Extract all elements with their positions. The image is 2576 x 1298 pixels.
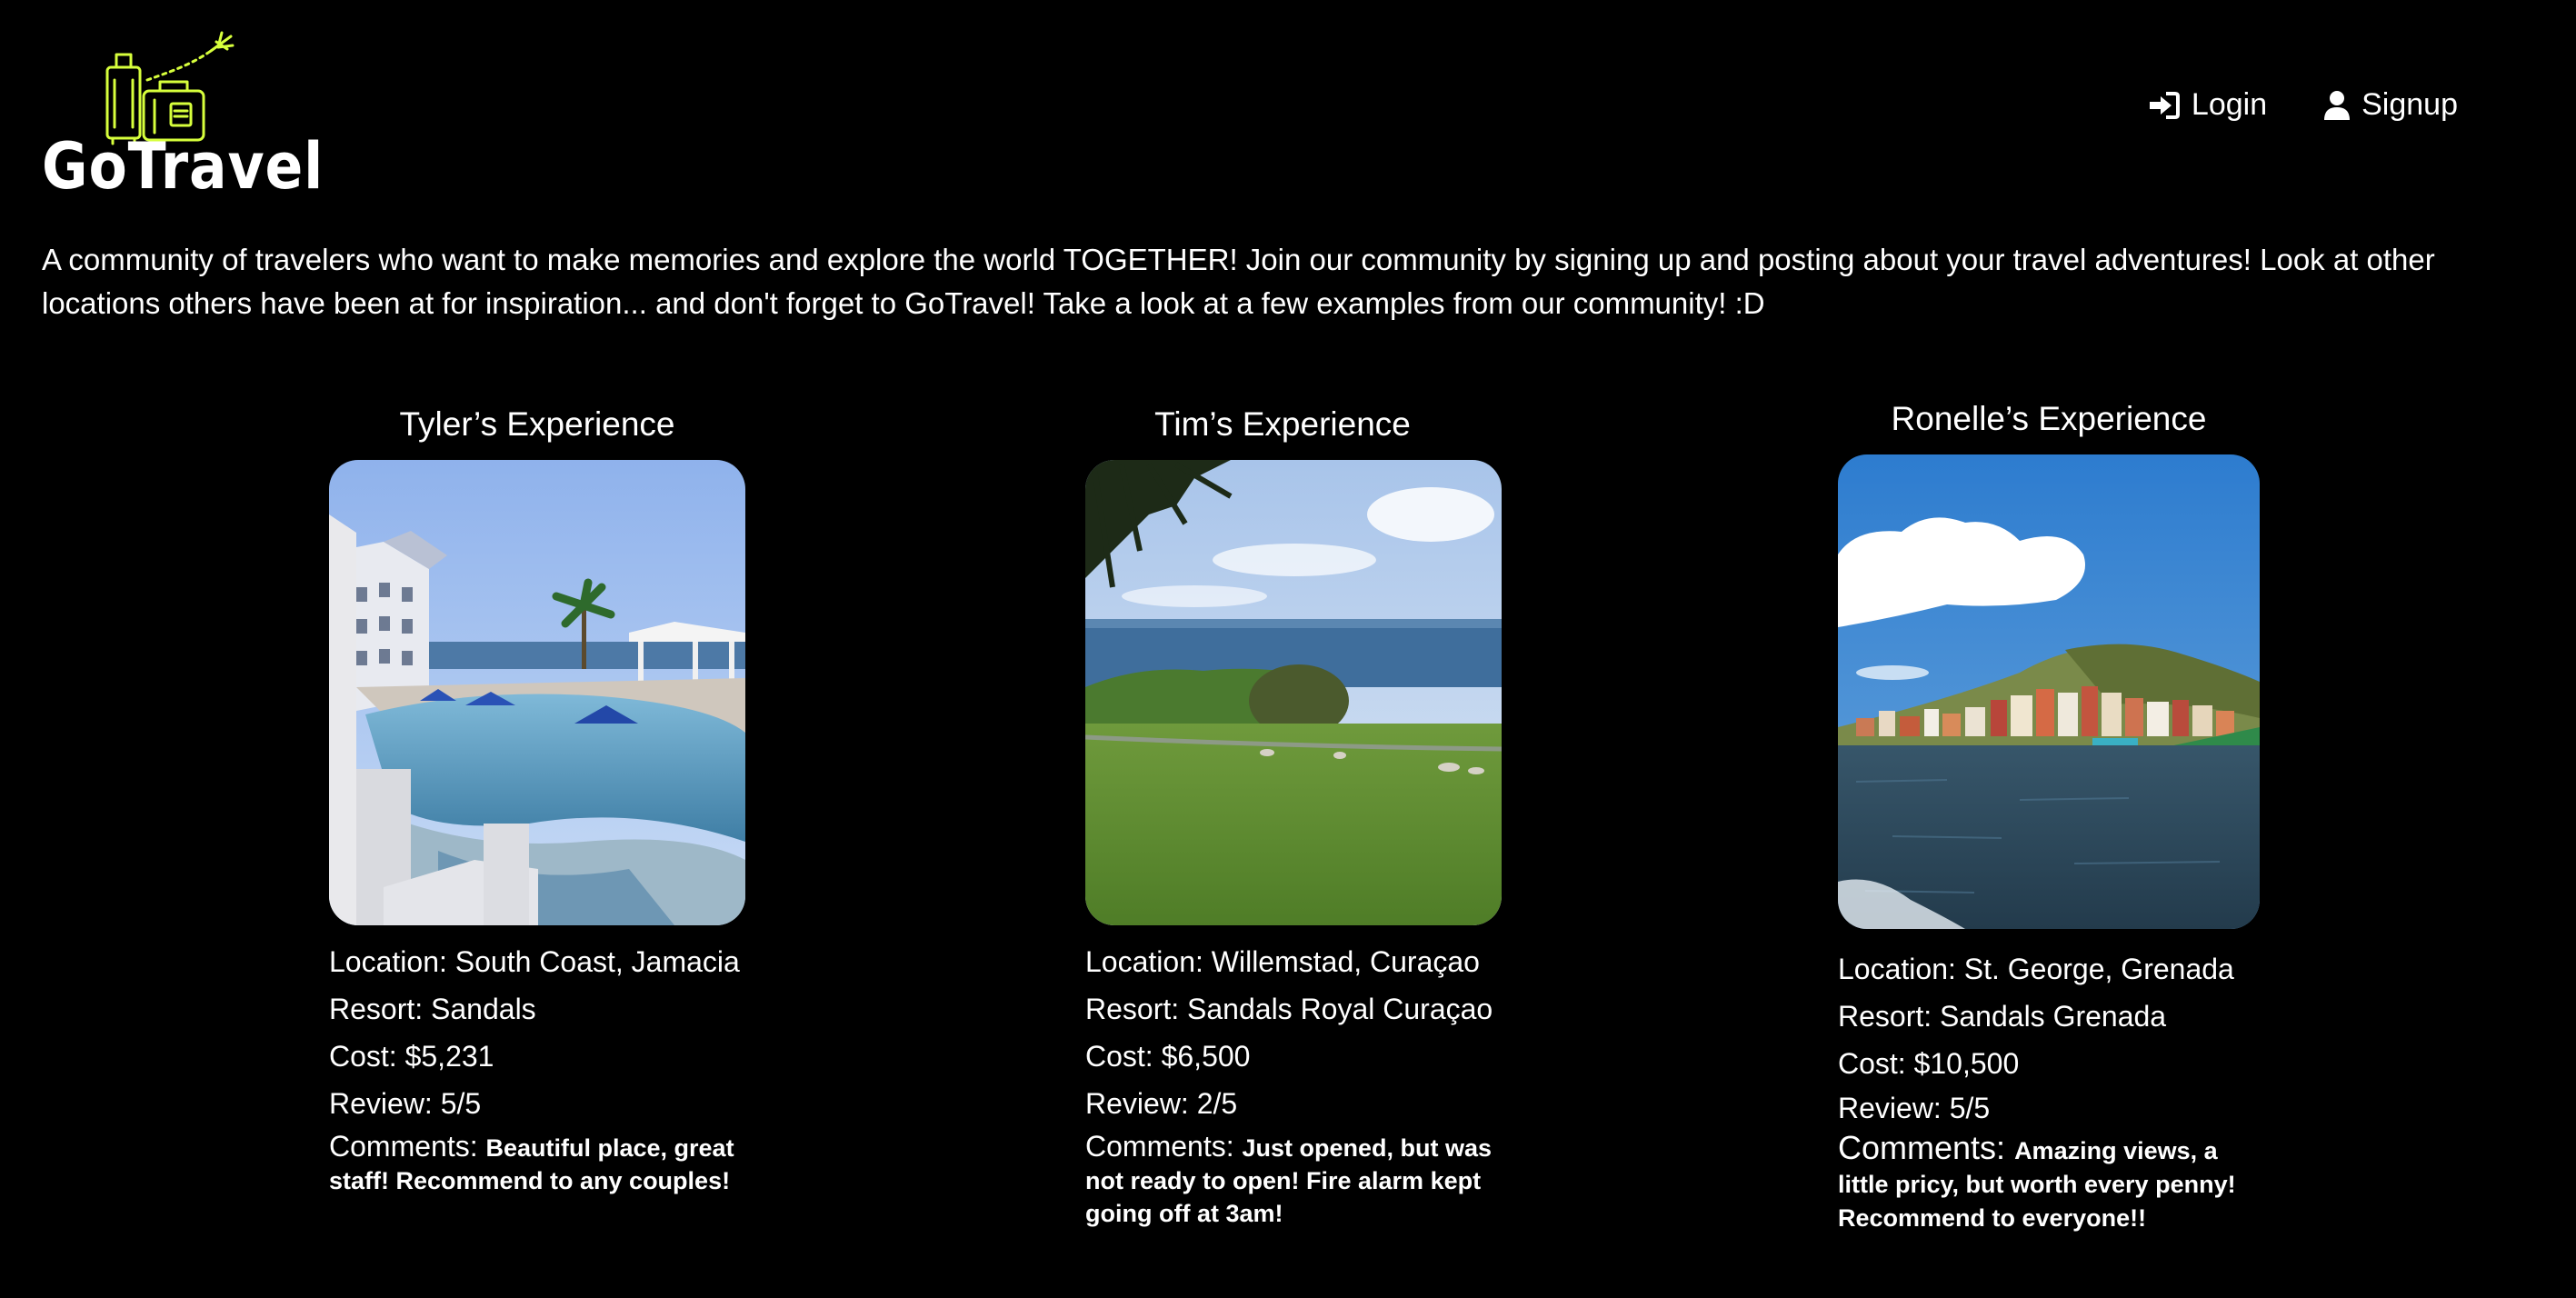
card-title: Tyler’s Experience (399, 405, 675, 443)
resort-photo-jamaica[interactable] (329, 460, 745, 925)
comments: Comments: Beautiful place, great staff! … (329, 1131, 747, 1196)
resort: Resort: Sandals (329, 993, 536, 1025)
luggage-plane-icon (105, 31, 235, 145)
card-details: Location: South Coast, Jamacia Resort: S… (329, 938, 756, 1196)
comments: Comments: Amazing views, a little pricy,… (1838, 1132, 2256, 1233)
logo[interactable]: GoTravel (42, 22, 323, 204)
resort-photo-grenada[interactable] (1838, 454, 2260, 929)
brand-name: GoTravel (42, 129, 324, 204)
signup-label: Signup (2361, 87, 2458, 122)
resort: Resort: Sandals Royal Curaçao (1085, 993, 1493, 1025)
review: Review: 5/5 (329, 1087, 482, 1120)
sign-in-icon (2149, 91, 2180, 119)
review: Review: 2/5 (1085, 1087, 1238, 1120)
comments-label: Comments: (1838, 1129, 2006, 1166)
card-title: Tim’s Experience (1154, 405, 1411, 443)
card-title: Ronelle’s Experience (1891, 400, 2207, 437)
signup-link[interactable]: Signup (2323, 87, 2458, 123)
top-nav: Login Signup (2148, 87, 2458, 123)
experience-card-ronelle: Ronelle’s Experience Location: St. Georg… (1838, 400, 2265, 1233)
comments: Comments: Just opened, but was not ready… (1085, 1131, 1503, 1229)
login-link[interactable]: Login (2148, 87, 2267, 123)
intro-text: A community of travelers who want to mak… (42, 243, 2435, 320)
resort: Resort: Sandals Grenada (1838, 1000, 2167, 1033)
card-details: Location: Willemstad, Curaçao Resort: Sa… (1085, 938, 1513, 1229)
comments-label: Comments: (1085, 1130, 1234, 1163)
location: Location: St. George, Grenada (1838, 953, 2234, 985)
card-details: Location: St. George, Grenada Resort: Sa… (1838, 945, 2265, 1233)
cost: Cost: $10,500 (1838, 1047, 2020, 1080)
cost: Cost: $6,500 (1085, 1040, 1251, 1073)
review: Review: 5/5 (1838, 1092, 1991, 1124)
location: Location: Willemstad, Curaçao (1085, 945, 1480, 978)
location: Location: South Coast, Jamacia (329, 945, 740, 978)
comments-label: Comments: (329, 1130, 478, 1163)
experience-card-tyler: Tyler’s Experience Location: South Coast… (329, 405, 756, 1196)
login-label: Login (2191, 87, 2268, 122)
cost: Cost: $5,231 (329, 1040, 494, 1073)
resort-photo-curacao[interactable] (1085, 460, 1502, 925)
user-icon (2324, 90, 2351, 120)
experience-card-tim: Tim’s Experience Location: Willemstad, C… (1085, 405, 1513, 1229)
